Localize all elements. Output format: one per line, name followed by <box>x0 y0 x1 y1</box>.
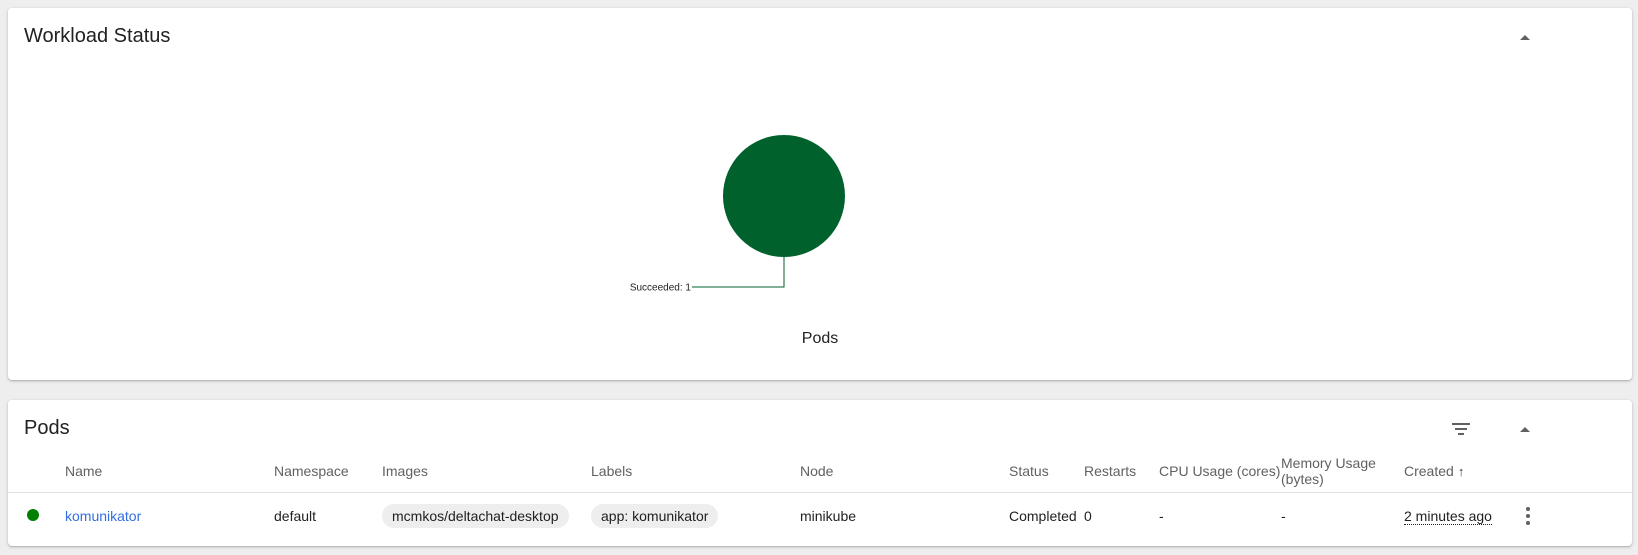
pod-name-link[interactable]: komunikator <box>65 508 141 524</box>
header-memory-line1: Memory Usage <box>1281 455 1376 471</box>
pods-pie-chart: Succeeded: 1 <box>630 135 845 294</box>
more-vert-icon[interactable] <box>1516 507 1540 525</box>
header-created-label: Created <box>1404 462 1454 479</box>
pod-created[interactable]: 2 minutes ago <box>1404 508 1492 525</box>
header-actions <box>1516 450 1632 493</box>
header-memory-usage[interactable]: Memory Usage (bytes) <box>1281 450 1404 493</box>
header-cpu-usage[interactable]: CPU Usage (cores) <box>1159 450 1281 493</box>
pod-namespace: default <box>274 508 317 524</box>
arrow-upward-icon[interactable]: ↑ <box>1458 464 1465 480</box>
pod-restarts: 0 <box>1084 508 1092 524</box>
arrow-drop-up-icon[interactable] <box>1509 413 1541 445</box>
header-name[interactable]: Name <box>65 450 274 493</box>
header-memory-line2: (bytes) <box>1281 471 1324 487</box>
pods-table: Name Namespace Images Labels Node Status… <box>8 450 1632 539</box>
table-row: komunikator default mcmkos/deltachat-des… <box>8 493 1632 540</box>
header-restarts[interactable]: Restarts <box>1084 450 1159 493</box>
pie-slice-label: Succeeded: 1 <box>630 283 692 294</box>
header-created[interactable]: Created ↑ <box>1404 450 1516 493</box>
filter-list-icon[interactable] <box>1445 413 1477 445</box>
status-dot-icon <box>27 509 39 521</box>
chart-title: Pods <box>801 330 839 347</box>
pie-slice-succeeded <box>723 135 845 257</box>
pie-leader-line <box>692 257 785 288</box>
header-status-dot <box>8 450 65 493</box>
header-labels: Labels <box>591 450 800 493</box>
header-node: Node <box>800 450 1009 493</box>
header-images: Images <box>382 450 591 493</box>
pods-card: Pods Name Namespace Images Labels Node S… <box>8 400 1632 546</box>
pod-memory: - <box>1281 508 1286 524</box>
header-namespace[interactable]: Namespace <box>274 450 382 493</box>
header-status[interactable]: Status <box>1009 450 1084 493</box>
pod-status: Completed <box>1009 508 1077 524</box>
pod-node: minikube <box>800 508 857 524</box>
image-chip: mcmkos/deltachat-desktop <box>382 504 569 528</box>
pods-title: Pods <box>24 417 70 439</box>
table-header-row: Name Namespace Images Labels Node Status… <box>8 450 1632 493</box>
pod-cpu: - <box>1159 508 1164 524</box>
workload-status-card: Workload Status Succeeded: 1 Pods <box>8 8 1632 380</box>
label-chip: app: komunikator <box>591 504 719 528</box>
